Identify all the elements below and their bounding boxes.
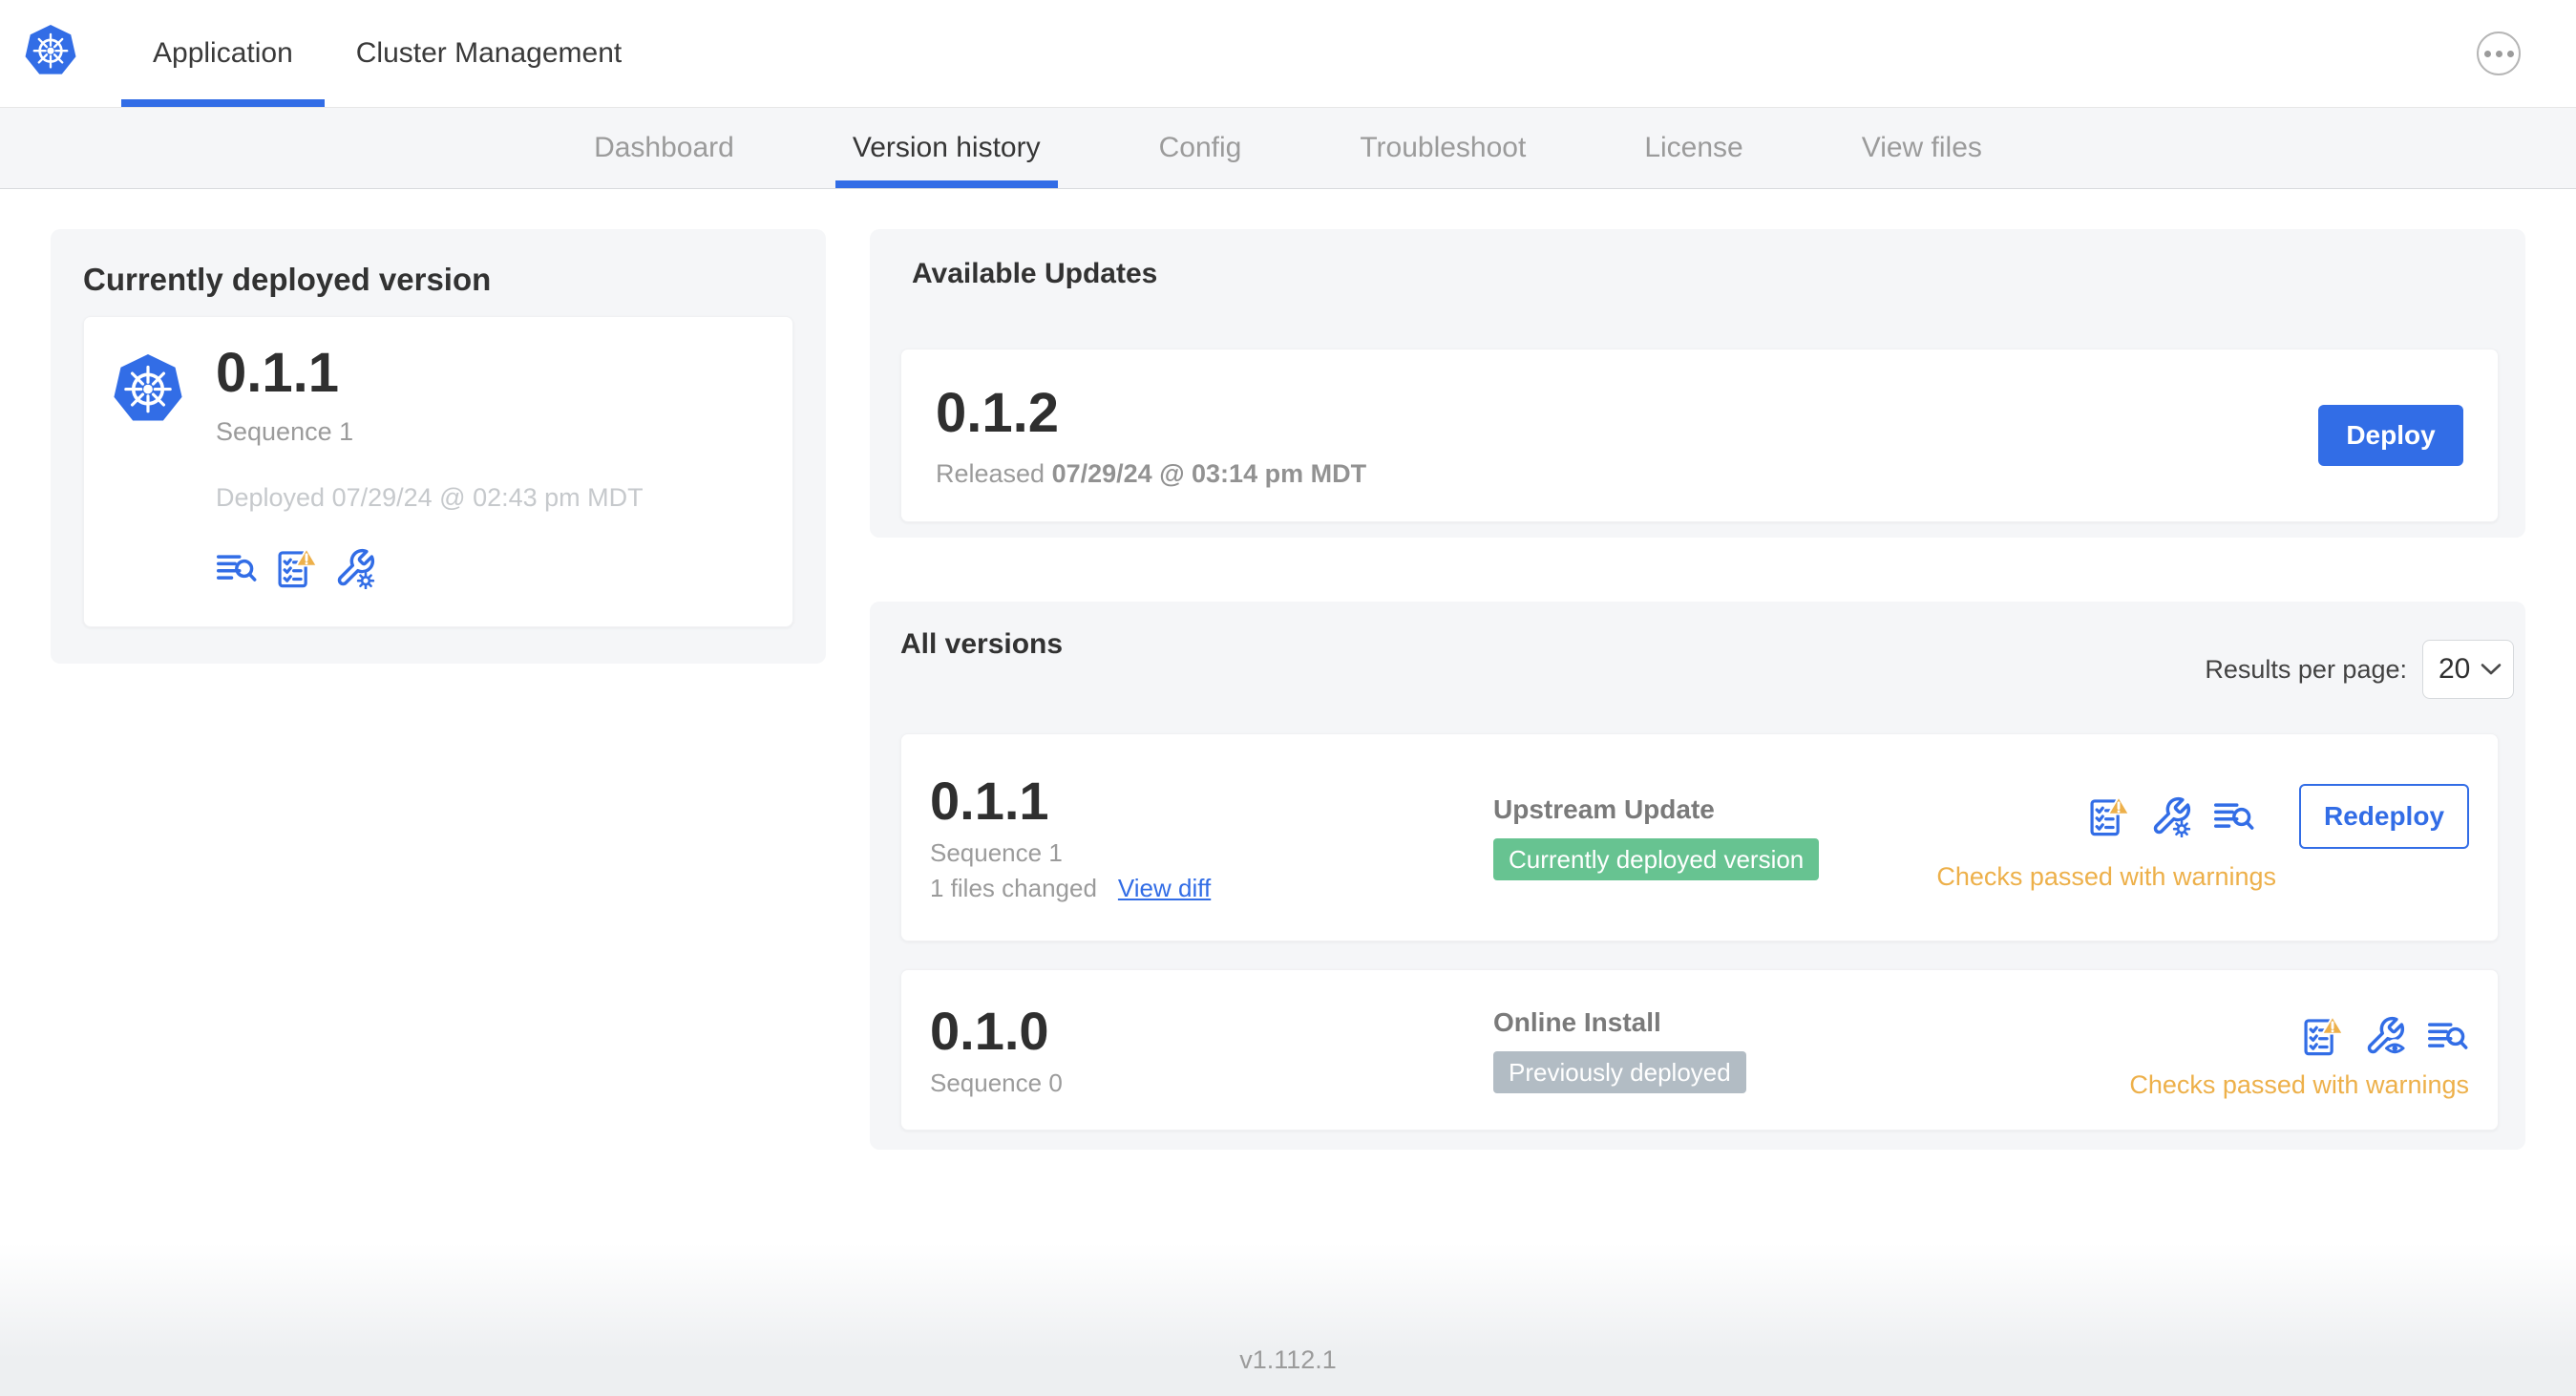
preflight-warning-icon[interactable] [2087,795,2129,837]
current-deployed-timestamp: Deployed 07/29/24 @ 02:43 pm MDT [216,482,644,512]
tab-config-label: Config [1158,132,1242,163]
current-sequence: Sequence 1 [216,416,354,446]
preflight-warning-icon[interactable] [275,547,317,589]
dot [2483,50,2491,57]
view-diff-link[interactable]: View diff [1118,874,1211,903]
status-badge: Previously deployed [1493,1050,1746,1093]
kots-admin-console: { "topbar": { "app_tab": "Application", … [0,0,2576,1396]
logs-icon[interactable] [2427,1015,2469,1057]
row-sequence: Sequence 1 [930,837,1063,867]
row-version-info: 0.1.1 Sequence 1 1 files changed View di… [930,772,1493,903]
tab-dashboard-label: Dashboard [594,132,734,163]
tab-dashboard[interactable]: Dashboard [535,108,793,188]
currently-deployed-card: Currently deployed version 0.1.1 Sequenc… [51,229,826,664]
released-label: Released [936,458,1045,488]
kubernetes-logo-icon [23,22,78,83]
update-details: 0.1.2 Released 07/29/24 @ 03:14 pm MDT [936,382,1366,489]
row-files-changed: 1 files changed View diff [930,874,1493,903]
top-tabs: Application Cluster Management [121,0,653,107]
tab-version-history-label: Version history [852,132,1041,163]
status-badge: Currently deployed version [1493,838,1820,880]
results-per-page-select[interactable]: 20 [2422,640,2514,699]
current-version-details: 0.1.1 Sequence 1 Deployed 07/29/24 @ 02:… [216,338,644,605]
config-gear-icon[interactable] [334,547,376,589]
config-gear-icon[interactable] [2150,795,2192,837]
version-row-0-1-1: 0.1.1 Sequence 1 1 files changed View di… [900,733,2499,941]
current-version-panel: 0.1.1 Sequence 1 Deployed 07/29/24 @ 02:… [83,316,793,627]
logs-icon[interactable] [216,547,258,589]
row-sequence: Sequence 0 [930,1068,1063,1097]
tab-cluster-management[interactable]: Cluster Management [325,0,653,107]
tab-view-files[interactable]: View files [1803,108,2041,188]
preflight-checks-status[interactable]: Checks passed with warnings [2129,1070,2469,1100]
row-version-number: 0.1.1 [930,771,1049,832]
row-version-number: 0.1.0 [930,1001,1049,1062]
available-updates-title: Available Updates [912,258,1158,289]
app-kubernetes-logo-icon [111,351,185,432]
row-source-block: Online Install Previously deployed [1493,1007,2129,1093]
top-navigation-bar: Application Cluster Management [0,0,2576,108]
tab-application-label: Application [153,37,293,69]
deploy-button[interactable]: Deploy [2318,405,2463,466]
chevron-down-icon [2481,664,2502,675]
logs-icon[interactable] [2213,795,2255,837]
row-source-label: Online Install [1493,1006,1661,1037]
released-date: 07/29/24 @ 03:14 pm MDT [1051,458,1367,488]
preflight-warning-icon[interactable] [2301,1015,2343,1057]
files-changed-text: 1 files changed [930,873,1097,902]
currently-deployed-title: Currently deployed version [83,262,492,297]
results-per-page: Results per page: 20 [2205,640,2514,699]
tab-troubleshoot-label: Troubleshoot [1360,132,1527,163]
active-tab-underline [121,99,325,107]
available-updates-card: Available Updates 0.1.2 Released 07/29/2… [870,229,2525,538]
row-source-block: Upstream Update Currently deployed versi… [1493,794,1936,880]
tab-view-files-label: View files [1861,132,1982,163]
ellipsis-menu-icon[interactable] [2477,32,2521,75]
update-row: 0.1.2 Released 07/29/24 @ 03:14 pm MDT D… [900,349,2499,522]
app-section-tabs: Dashboard Version history Config Trouble… [0,108,2576,189]
current-version-number: 0.1.1 [216,342,339,404]
dot [2506,50,2514,57]
row-actions-block: Redeploy Checks passed with warnings [1936,783,2469,892]
row-version-info: 0.1.0 Sequence 0 [930,1002,1493,1098]
tab-license-label: License [1644,132,1743,163]
dot [2495,50,2502,57]
footer: v1.112.1 [0,1243,2576,1396]
tab-config[interactable]: Config [1100,108,1301,188]
tab-troubleshoot[interactable]: Troubleshoot [1300,108,1585,188]
version-row-0-1-0: 0.1.0 Sequence 0 Online Install Previous… [900,969,2499,1131]
current-version-actions [216,547,644,589]
tab-license[interactable]: License [1585,108,1802,188]
config-view-icon[interactable] [2364,1015,2406,1057]
row-actions-block: Checks passed with warnings [2129,1015,2469,1100]
active-tab-underline [834,180,1058,188]
all-versions-card: All versions Results per page: 20 0.1.1 … [870,602,2525,1150]
update-version-number: 0.1.2 [936,382,1059,445]
row-actions [2301,1015,2469,1057]
preflight-checks-status[interactable]: Checks passed with warnings [1936,862,2276,892]
tab-application[interactable]: Application [121,0,325,107]
row-actions: Redeploy [2087,783,2469,849]
update-released-line: Released 07/29/24 @ 03:14 pm MDT [936,459,1366,489]
row-source-label: Upstream Update [1493,794,1715,824]
console-version: v1.112.1 [1239,1345,1337,1374]
results-per-page-label: Results per page: [2205,654,2407,684]
tab-cluster-management-label: Cluster Management [355,37,623,69]
tab-version-history[interactable]: Version history [793,108,1100,188]
redeploy-button[interactable]: Redeploy [2299,783,2469,849]
results-per-page-value: 20 [2439,653,2471,685]
